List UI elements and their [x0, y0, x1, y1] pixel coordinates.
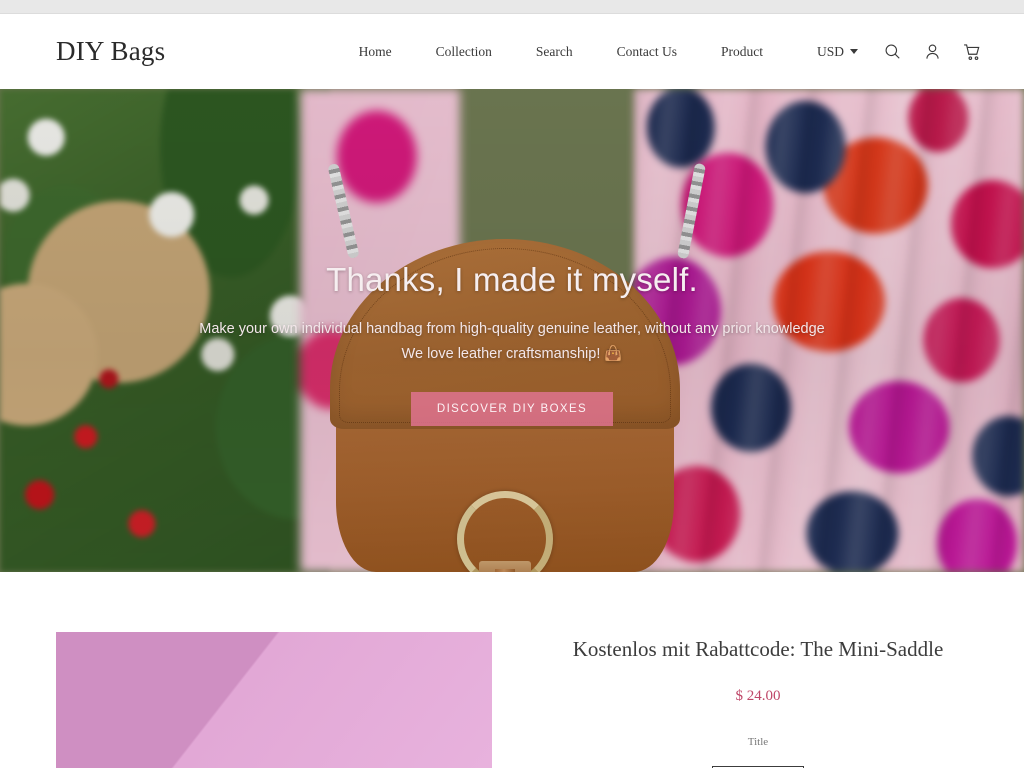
product-section: Kostenlos mit Rabattcode: The Mini-Saddl… [0, 572, 1024, 768]
variant-label: Title [532, 736, 984, 748]
nav-item-product[interactable]: Product [699, 44, 785, 60]
cart-icon[interactable] [952, 32, 992, 72]
hero-subtitle-line1: Make your own individual handbag from hi… [199, 317, 825, 342]
discover-diy-boxes-button[interactable]: DISCOVER DIY BOXES [411, 392, 613, 426]
product-media [56, 632, 492, 768]
hero-subtitle-line2: We love leather craftsmanship! 👜 [402, 342, 623, 367]
product-image[interactable] [56, 632, 492, 768]
currency-selector[interactable]: USD [785, 44, 872, 60]
site-header: DIY Bags Home Collection Search Contact … [0, 14, 1024, 89]
hero-content: Thanks, I made it myself. Make your own … [0, 89, 1024, 572]
nav-item-home[interactable]: Home [337, 44, 414, 60]
site-logo[interactable]: DIY Bags [56, 36, 165, 67]
product-title: Kostenlos mit Rabattcode: The Mini-Saddl… [532, 637, 984, 662]
product-price: $ 24.00 [532, 688, 984, 705]
hero-banner: Thanks, I made it myself. Make your own … [0, 89, 1024, 572]
main-navigation: Home Collection Search Contact Us Produc… [337, 32, 992, 72]
product-info: Kostenlos mit Rabattcode: The Mini-Saddl… [492, 632, 1024, 768]
nav-item-search[interactable]: Search [514, 44, 595, 60]
hero-title: Thanks, I made it myself. [326, 261, 698, 299]
chevron-down-icon [850, 49, 858, 54]
account-icon[interactable] [912, 32, 952, 72]
search-icon[interactable] [872, 32, 912, 72]
nav-item-contact-us[interactable]: Contact Us [595, 44, 699, 60]
currency-label: USD [817, 44, 844, 60]
nav-item-collection[interactable]: Collection [414, 44, 514, 60]
browser-top-strip [0, 0, 1024, 14]
